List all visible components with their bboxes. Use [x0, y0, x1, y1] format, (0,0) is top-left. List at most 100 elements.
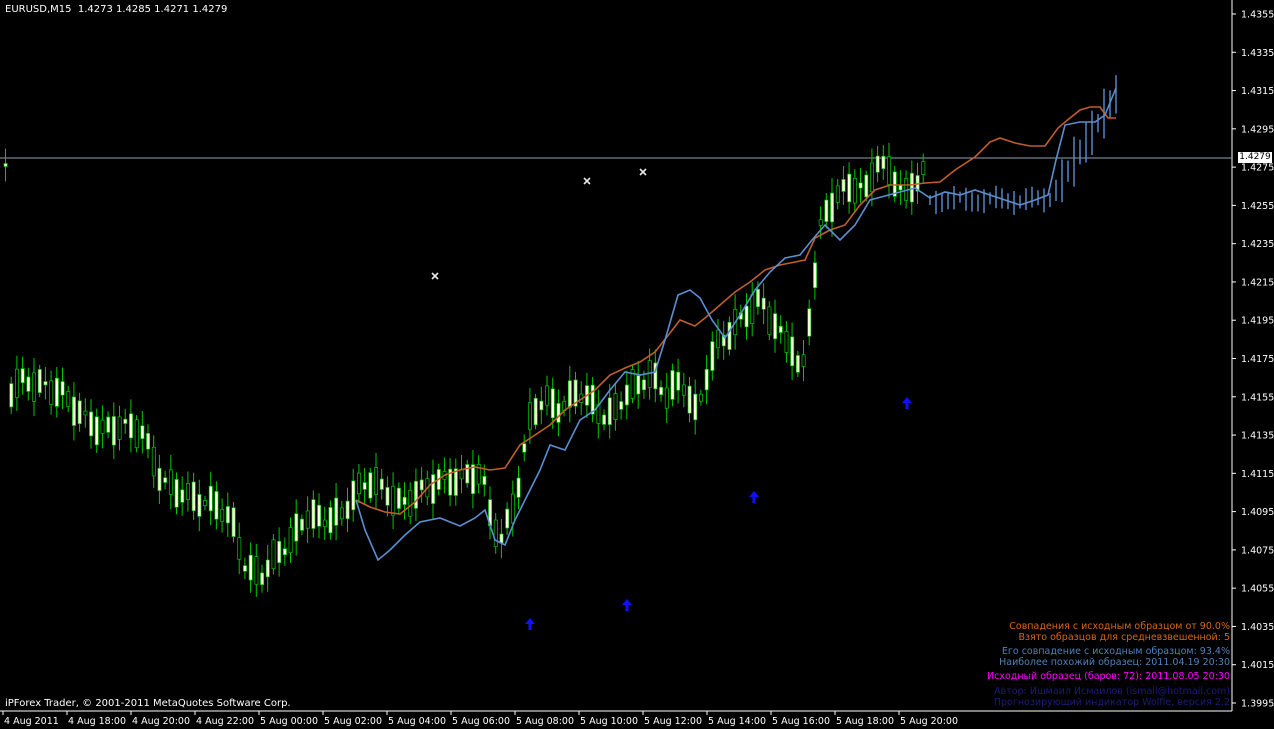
candle-body — [317, 504, 322, 527]
time-label: 4 Aug 2011 — [4, 716, 59, 727]
candle-body — [243, 565, 247, 572]
candle-body — [271, 539, 276, 570]
candle-body — [374, 467, 379, 495]
arrow-shaft — [905, 403, 909, 409]
time-label: 5 Aug 12:00 — [644, 716, 702, 727]
candle-body — [294, 513, 299, 542]
candle-body — [157, 467, 162, 491]
time-label: 5 Aug 00:00 — [260, 716, 318, 727]
candle-body — [590, 384, 595, 415]
candle-body — [778, 325, 783, 333]
candle-body — [898, 184, 903, 191]
candle-body — [841, 179, 846, 192]
candle-body — [453, 468, 458, 496]
price-label: 1.4235 — [1241, 239, 1274, 250]
info-samples-taken: Взято образцов для средневзвешенной: 5 — [1018, 632, 1230, 643]
price-label: 1.4155 — [1241, 392, 1274, 403]
pattern-marker-icon — [583, 177, 591, 185]
candle-body — [613, 393, 618, 420]
candle-body — [49, 380, 54, 405]
candle-body — [362, 482, 367, 490]
candle-body — [379, 478, 384, 490]
candle-body — [60, 381, 65, 396]
price-label: 1.4055 — [1241, 584, 1274, 595]
candle-body — [619, 401, 624, 410]
price-label: 1.4215 — [1241, 277, 1274, 288]
info-indicator-version: Прогнозирующий индикатор Wolfie, версия … — [993, 697, 1230, 708]
candle-body — [100, 419, 105, 434]
candle-body — [288, 527, 293, 554]
candle-body — [795, 355, 800, 373]
candle-body — [20, 368, 25, 384]
candle-body — [761, 297, 766, 310]
candle-body — [134, 419, 139, 449]
price-label: 1.4115 — [1241, 469, 1274, 480]
candle-body — [15, 368, 19, 398]
price-label: 1.4035 — [1241, 622, 1274, 633]
candle-body — [322, 519, 327, 527]
candle-body — [505, 508, 510, 529]
candle-body — [659, 386, 664, 396]
candle-body — [174, 479, 179, 508]
candle-body — [716, 329, 721, 349]
candle-body — [111, 416, 116, 446]
candle-body — [921, 161, 926, 175]
price-label: 1.4335 — [1241, 48, 1274, 59]
candle-body — [528, 402, 532, 430]
candle-body — [624, 384, 629, 406]
candle-body — [813, 262, 817, 289]
candle-body — [396, 487, 401, 509]
candle-body — [265, 559, 270, 578]
chart-title: EURUSD,M15 1.4273 1.4285 1.4271 1.4279 — [5, 4, 228, 15]
candle-body — [784, 330, 789, 353]
candle-body — [151, 446, 156, 477]
candle-body — [129, 413, 133, 439]
pattern-marker-icon — [431, 272, 439, 280]
candle-body — [750, 294, 755, 324]
candle-body — [539, 400, 544, 411]
candle-body — [482, 476, 487, 485]
chart-plot[interactable]: 1.4355 1.4335 1.4315 1.4295 1.4275 1.4255 1.42… — [0, 0, 1274, 729]
price-chart[interactable]: 1.4355 1.4335 1.4315 1.4295 1.4275 1.4255 1.42… — [0, 0, 1274, 729]
candle-body — [864, 174, 869, 198]
candle-body — [602, 414, 607, 425]
candle-body — [909, 172, 914, 203]
candle-body — [687, 385, 692, 414]
candle-body — [493, 519, 498, 548]
info-match-threshold: Совпадения с исходным образцом от 90.0% — [1009, 621, 1230, 632]
candle-body — [767, 306, 772, 335]
candle-body — [835, 185, 840, 203]
candle-body — [260, 572, 265, 585]
candle-body — [106, 416, 111, 433]
candle-body — [402, 496, 407, 505]
candle-body — [311, 499, 316, 529]
candle-body — [197, 494, 202, 517]
candle-body — [186, 483, 190, 500]
candle-body — [54, 377, 59, 407]
candle-body — [875, 155, 880, 173]
candle-body — [773, 313, 778, 340]
candle-body — [727, 321, 732, 350]
candle-body — [214, 491, 219, 520]
candle-body — [870, 162, 874, 193]
candle-body — [168, 469, 173, 495]
candle-body — [37, 369, 42, 393]
candle-body — [77, 400, 82, 425]
candle-body — [431, 474, 436, 504]
candle-body — [550, 388, 555, 419]
candle-body — [66, 391, 71, 407]
info-source-sample: Исходный образец (баров: 72): 2011.08.05… — [987, 671, 1230, 682]
price-label: 1.4195 — [1241, 316, 1274, 327]
candle-body — [545, 385, 550, 406]
candle-body — [83, 410, 88, 416]
price-label: 1.4075 — [1241, 545, 1274, 556]
candle-body — [72, 396, 76, 426]
price-label: 1.4355 — [1241, 10, 1274, 21]
time-label: 5 Aug 06:00 — [452, 716, 510, 727]
arrow-head — [622, 599, 632, 605]
candle-body — [123, 418, 128, 424]
candle-body — [180, 489, 185, 503]
candle-body — [328, 507, 333, 534]
price-label: 1.4315 — [1241, 86, 1274, 97]
candle-body — [887, 156, 892, 185]
